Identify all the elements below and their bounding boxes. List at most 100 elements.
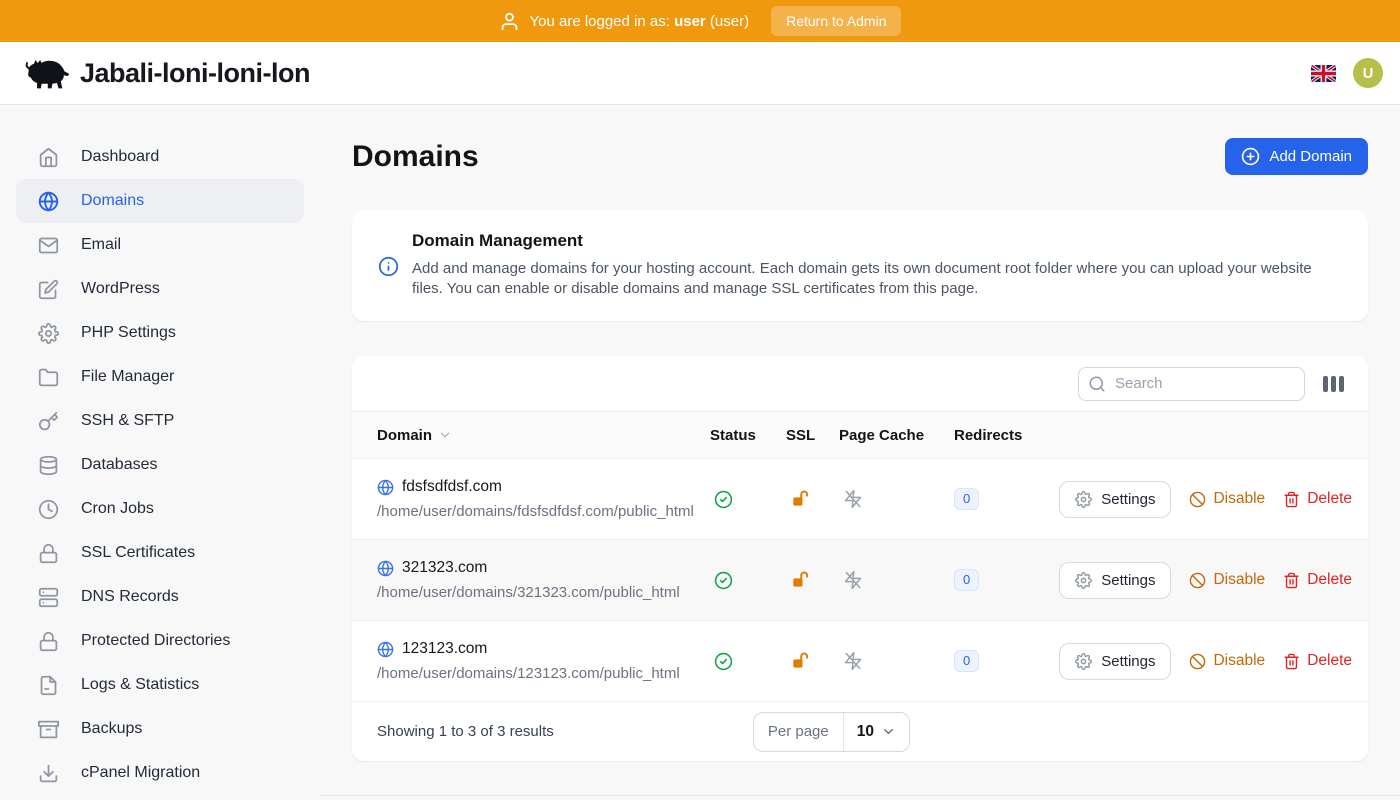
document-root-path: /home/user/domains/321323.com/public_htm… (377, 584, 710, 601)
domain-name-link[interactable]: fdsfsdfdsf.com (402, 478, 502, 496)
folder-icon (38, 367, 59, 388)
sidebar-item-label: DNS Records (81, 588, 179, 606)
globe-icon (377, 560, 394, 577)
file-icon (38, 675, 59, 696)
mail-icon (38, 235, 59, 256)
disable-button[interactable]: Disable (1189, 490, 1265, 508)
ssl-unlocked-icon[interactable] (786, 651, 839, 671)
table-row: fdsfsdfdsf.com /home/user/domains/fdsfsd… (352, 459, 1368, 540)
sidebar-item-dns-records[interactable]: DNS Records (16, 575, 304, 619)
return-to-admin-button[interactable]: Return to Admin (771, 6, 901, 36)
sidebar-item-label: SSH & SFTP (81, 412, 174, 430)
add-domain-button[interactable]: Add Domain (1225, 138, 1368, 175)
sidebar-item-label: cPanel Migration (81, 764, 200, 782)
delete-button[interactable]: Delete (1283, 490, 1352, 508)
brand[interactable]: Jabali-loni-loni-lon (24, 55, 310, 91)
uk-flag-icon[interactable] (1311, 65, 1336, 82)
info-card-body: Add and manage domains for your hosting … (412, 259, 1332, 299)
gear-icon (1075, 653, 1092, 670)
delete-button[interactable]: Delete (1283, 652, 1352, 670)
banner-message: You are logged in as: user (user) (499, 11, 750, 32)
server-icon (38, 587, 59, 608)
sidebar-item-label: Dashboard (81, 148, 159, 166)
sidebar-item-php-settings[interactable]: PHP Settings (16, 311, 304, 355)
disable-button[interactable]: Disable (1189, 571, 1265, 589)
search-icon (1088, 375, 1106, 393)
impersonation-banner: You are logged in as: user (user) Return… (0, 0, 1400, 42)
per-page-label: Per page (754, 713, 844, 751)
table-footer: Showing 1 to 3 of 3 results Per page 10 (352, 702, 1368, 761)
sidebar-item-protected-directories[interactable]: Protected Directories (16, 619, 304, 663)
sidebar-item-label: Databases (81, 456, 158, 474)
ssl-unlocked-icon[interactable] (786, 570, 839, 590)
page-cache-off-icon[interactable] (839, 651, 954, 671)
sidebar-item-label: Cron Jobs (81, 500, 154, 518)
slash-icon (1189, 653, 1206, 670)
globe-icon (377, 641, 394, 658)
page-cache-off-icon[interactable] (839, 570, 954, 590)
sidebar-item-ssh-sftp[interactable]: SSH & SFTP (16, 399, 304, 443)
redirects-count-badge[interactable]: 0 (954, 650, 979, 672)
column-header-ssl: SSL (786, 427, 839, 444)
table-toolbar (352, 356, 1368, 411)
key-icon (38, 411, 59, 432)
sidebar-item-wordpress[interactable]: WordPress (16, 267, 304, 311)
delete-button[interactable]: Delete (1283, 571, 1352, 589)
columns-icon[interactable] (1319, 372, 1348, 396)
sidebar-item-cron-jobs[interactable]: Cron Jobs (16, 487, 304, 531)
settings-button[interactable]: Settings (1059, 643, 1171, 680)
redirects-count-badge[interactable]: 0 (954, 488, 979, 510)
column-header-page-cache: Page Cache (839, 427, 954, 444)
sort-chevron-icon (438, 428, 452, 442)
slash-icon (1189, 572, 1206, 589)
per-page-select[interactable]: Per page 10 (753, 712, 910, 752)
status-enabled-icon (710, 571, 786, 590)
search-input[interactable] (1078, 367, 1305, 401)
info-card-title: Domain Management (412, 231, 1332, 251)
page-title: Domains (352, 140, 479, 174)
edit-icon (38, 279, 59, 300)
sidebar-item-label: Protected Directories (81, 632, 230, 650)
sidebar-item-backups[interactable]: Backups (16, 707, 304, 751)
sidebar-item-email[interactable]: Email (16, 223, 304, 267)
disable-button[interactable]: Disable (1189, 652, 1265, 670)
document-root-path: /home/user/domains/fdsfsdfdsf.com/public… (377, 503, 710, 520)
redirects-count-badge[interactable]: 0 (954, 569, 979, 591)
plus-circle-icon (1241, 147, 1260, 166)
sidebar-item-logs-statistics[interactable]: Logs & Statistics (16, 663, 304, 707)
domain-name-link[interactable]: 123123.com (402, 640, 487, 658)
logged-in-role: (user) (710, 13, 749, 30)
trash-icon (1283, 491, 1300, 508)
sidebar-item-domains[interactable]: Domains (16, 179, 304, 223)
sidebar-item-ssl-certificates[interactable]: SSL Certificates (16, 531, 304, 575)
user-avatar[interactable]: U (1353, 58, 1383, 88)
sidebar-item-label: File Manager (81, 368, 174, 386)
globe-icon (38, 191, 59, 212)
sidebar-item-cpanel-migration[interactable]: cPanel Migration (16, 751, 304, 795)
sidebar-item-label: PHP Settings (81, 324, 176, 342)
column-header-redirects: Redirects (954, 427, 1051, 444)
per-page-value: 10 (857, 723, 874, 741)
lock-icon (38, 543, 59, 564)
sidebar-item-databases[interactable]: Databases (16, 443, 304, 487)
sidebar: Dashboard Domains Email WordPress PHP Se… (0, 105, 320, 800)
trash-icon (1283, 653, 1300, 670)
bottom-divider (320, 795, 1400, 796)
settings-button[interactable]: Settings (1059, 481, 1171, 518)
domain-management-info-card: Domain Management Add and manage domains… (352, 210, 1368, 321)
sidebar-item-dashboard[interactable]: Dashboard (16, 135, 304, 179)
chevron-down-icon (881, 724, 896, 739)
app-header: Jabali-loni-loni-lon U (0, 42, 1400, 105)
ssl-unlocked-icon[interactable] (786, 489, 839, 509)
status-enabled-icon (710, 490, 786, 509)
sidebar-item-file-manager[interactable]: File Manager (16, 355, 304, 399)
user-icon (499, 11, 520, 32)
settings-button[interactable]: Settings (1059, 562, 1171, 599)
archive-icon (38, 719, 59, 740)
page-cache-off-icon[interactable] (839, 489, 954, 509)
table-row: 321323.com /home/user/domains/321323.com… (352, 540, 1368, 621)
column-header-domain[interactable]: Domain (352, 427, 710, 444)
download-icon (38, 763, 59, 784)
sidebar-item-label: Email (81, 236, 121, 254)
domain-name-link[interactable]: 321323.com (402, 559, 487, 577)
